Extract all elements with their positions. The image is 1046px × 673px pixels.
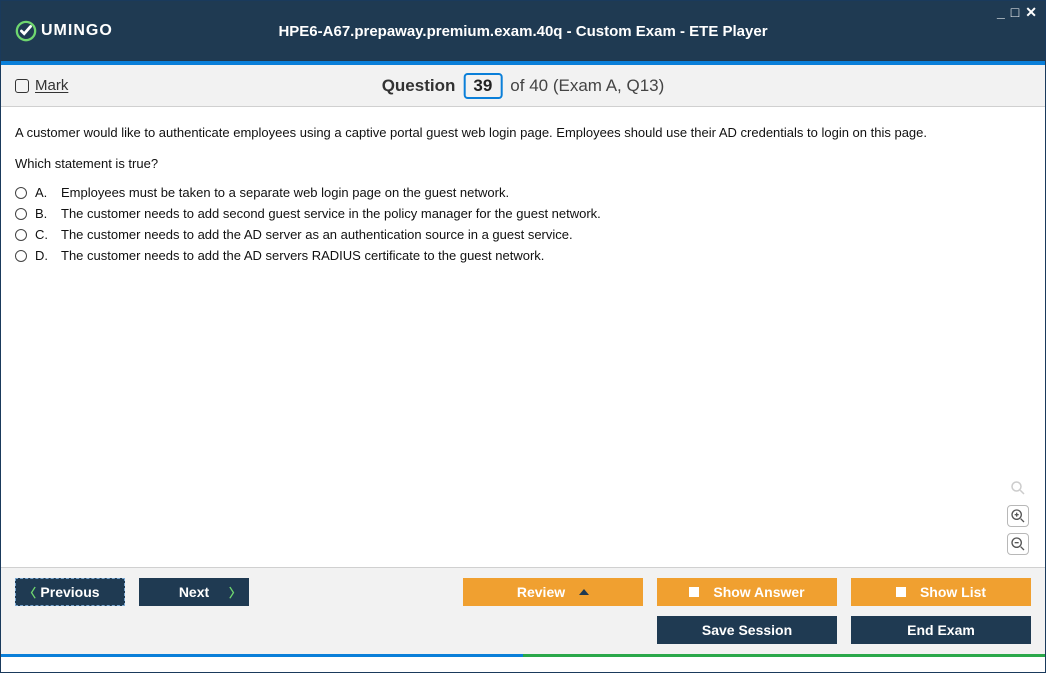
square-icon xyxy=(689,587,699,597)
option-text: The customer needs to add the AD server … xyxy=(61,227,573,242)
question-word: Question xyxy=(382,76,456,96)
end-exam-button[interactable]: End Exam xyxy=(851,616,1031,644)
question-header: Question 39 of 40 (Exam A, Q13) xyxy=(382,73,665,99)
save-session-button[interactable]: Save Session xyxy=(657,616,837,644)
maximize-icon[interactable]: □ xyxy=(1011,5,1019,19)
window-title: HPE6-A67.prepaway.premium.exam.40q - Cus… xyxy=(278,23,767,40)
option-c[interactable]: C. The customer needs to add the AD serv… xyxy=(15,227,1031,242)
radio-icon xyxy=(15,187,27,199)
search-icon[interactable] xyxy=(1007,477,1029,499)
next-button[interactable]: Next 〉 xyxy=(139,578,249,606)
radio-icon xyxy=(15,250,27,262)
zoom-out-icon[interactable] xyxy=(1007,533,1029,555)
question-of: of 40 (Exam A, Q13) xyxy=(510,76,664,96)
option-text: Employees must be taken to a separate we… xyxy=(61,185,509,200)
square-icon xyxy=(896,587,906,597)
minimize-icon[interactable]: _ xyxy=(997,5,1005,19)
option-letter: B. xyxy=(35,206,53,221)
radio-icon xyxy=(15,208,27,220)
chevron-right-icon: 〉 xyxy=(229,584,241,601)
brand-name: UMINGO xyxy=(41,22,113,40)
zoom-in-icon[interactable] xyxy=(1007,505,1029,527)
radio-icon xyxy=(15,229,27,241)
bottom-accent xyxy=(1,654,1045,657)
question-text: A customer would like to authenticate em… xyxy=(15,125,1031,140)
mark-label: Mark xyxy=(35,77,68,94)
show-list-button[interactable]: Show List xyxy=(851,578,1031,606)
option-letter: D. xyxy=(35,248,53,263)
titlebar: UMINGO HPE6-A67.prepaway.premium.exam.40… xyxy=(1,1,1045,61)
options-list: A. Employees must be taken to a separate… xyxy=(15,185,1031,263)
option-d[interactable]: D. The customer needs to add the AD serv… xyxy=(15,248,1031,263)
checkmark-icon xyxy=(13,18,39,44)
footer: 〈 Previous Next 〉 Review Show Answer Sho… xyxy=(1,567,1045,654)
option-letter: A. xyxy=(35,185,53,200)
brand-logo: UMINGO xyxy=(13,18,113,44)
subheader: Mark Question 39 of 40 (Exam A, Q13) xyxy=(1,65,1045,107)
review-button[interactable]: Review xyxy=(463,578,643,606)
option-b[interactable]: B. The customer needs to add second gues… xyxy=(15,206,1031,221)
option-a[interactable]: A. Employees must be taken to a separate… xyxy=(15,185,1031,200)
zoom-tools xyxy=(1007,477,1029,555)
option-letter: C. xyxy=(35,227,53,242)
show-answer-button[interactable]: Show Answer xyxy=(657,578,837,606)
close-icon[interactable]: ✕ xyxy=(1025,5,1037,19)
option-text: The customer needs to add the AD servers… xyxy=(61,248,544,263)
question-number: 39 xyxy=(463,73,502,99)
option-text: The customer needs to add second guest s… xyxy=(61,206,601,221)
triangle-up-icon xyxy=(579,589,589,595)
question-prompt: Which statement is true? xyxy=(15,156,1031,171)
mark-checkbox[interactable]: Mark xyxy=(15,77,68,94)
previous-button[interactable]: 〈 Previous xyxy=(15,578,125,606)
window-controls: _ □ ✕ xyxy=(997,5,1037,19)
chevron-left-icon: 〈 xyxy=(24,584,36,601)
checkbox-icon xyxy=(15,79,29,93)
question-content: A customer would like to authenticate em… xyxy=(1,107,1045,567)
